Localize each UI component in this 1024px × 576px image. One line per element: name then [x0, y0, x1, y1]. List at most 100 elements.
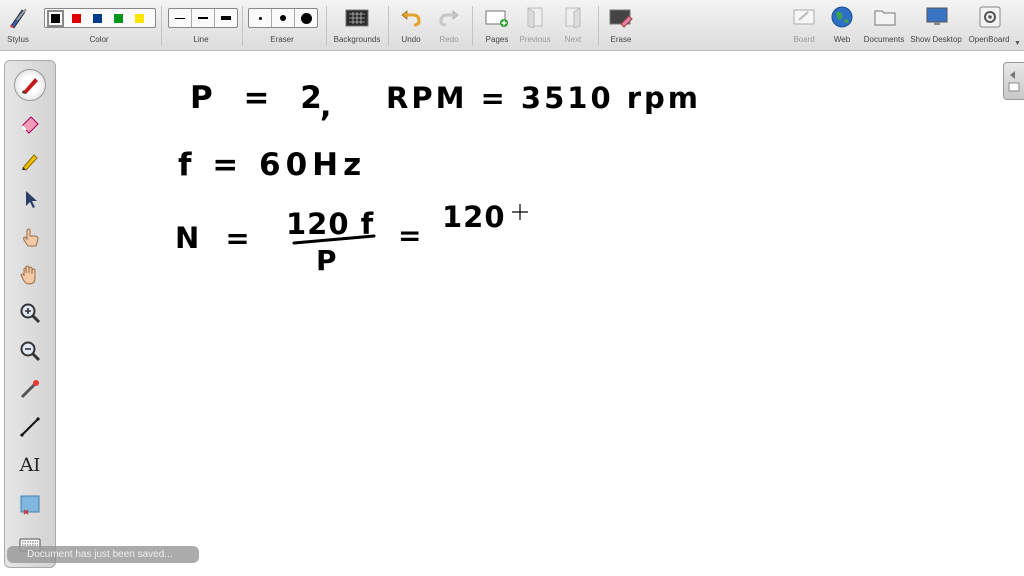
line-thick-icon: [221, 16, 231, 20]
crosshair-cursor: [512, 204, 528, 220]
separator: [598, 6, 599, 46]
capture-icon: [20, 495, 40, 515]
text-icon: AI: [19, 454, 41, 476]
line3-n-equals: N =: [175, 221, 258, 255]
zoom-in-tool[interactable]: [15, 298, 45, 328]
line-thin-icon: [175, 17, 185, 19]
play-tool[interactable]: [15, 222, 45, 252]
eraser-large-icon: [300, 12, 312, 24]
top-toolbar: Stylus Color Line Eraser Backgrounds Und…: [0, 0, 1024, 51]
pen-icon: [22, 78, 38, 94]
separator: [388, 6, 389, 46]
line-tool[interactable]: [15, 412, 45, 442]
folder-icon: [874, 10, 896, 26]
capture-tool[interactable]: [15, 490, 45, 520]
line1-p-equals: P = 2: [190, 80, 332, 116]
chevron-down-icon: ▼: [1014, 40, 1021, 47]
documents-button[interactable]: Documents: [862, 0, 908, 50]
board-label: Board: [793, 35, 815, 44]
pen-tool[interactable]: [14, 69, 46, 101]
color-swatch-black[interactable]: [47, 9, 64, 27]
documents-label: Documents: [863, 35, 905, 44]
redo-label: Redo: [439, 35, 459, 44]
erase-board-icon: [609, 9, 633, 28]
eraser-tool[interactable]: [15, 108, 45, 138]
result-partial: 120: [442, 200, 506, 234]
separator: [326, 6, 327, 46]
next-button[interactable]: Next: [556, 0, 590, 50]
highlighter-tool[interactable]: [15, 146, 45, 176]
redo-button[interactable]: Redo: [434, 0, 464, 50]
library-icon: [1008, 71, 1020, 92]
eraser-icon: [21, 116, 39, 134]
stylus-button[interactable]: Stylus: [0, 0, 36, 50]
zoom-out-tool[interactable]: [15, 336, 45, 366]
pages-label: Pages: [485, 35, 509, 44]
openboard-menu-button[interactable]: OpenBoard ▼: [966, 0, 1021, 50]
previous-label: Previous: [519, 35, 551, 44]
line1-comma: ,: [320, 89, 331, 124]
web-button[interactable]: Web: [826, 0, 858, 50]
line-medium-button[interactable]: [192, 9, 215, 27]
eraser-size-selector[interactable]: [248, 8, 318, 28]
color-label: Color: [89, 35, 109, 44]
line-label: Line: [193, 35, 209, 44]
stylus-icon: [10, 8, 27, 29]
redo-icon: [439, 10, 459, 27]
line-medium-icon: [198, 17, 208, 19]
show-desktop-button[interactable]: Show Desktop: [910, 0, 964, 50]
color-palette[interactable]: [44, 8, 156, 28]
color-swatch-yellow[interactable]: [135, 13, 144, 23]
line-thick-button[interactable]: [215, 9, 237, 27]
line1-rpm: RPM = 3510 rpm: [386, 81, 701, 115]
board-icon: [793, 9, 815, 25]
backgrounds-label: Backgrounds: [333, 35, 381, 44]
erase-label: Erase: [610, 35, 632, 44]
undo-label: Undo: [401, 35, 421, 44]
hand-pointer-icon: [23, 228, 39, 247]
previous-button[interactable]: Previous: [518, 0, 552, 50]
eraser-medium-button[interactable]: [272, 9, 295, 27]
line-thin-button[interactable]: [169, 9, 192, 27]
undo-button[interactable]: Undo: [396, 0, 426, 50]
next-label: Next: [564, 35, 582, 44]
web-globe-icon: [831, 6, 853, 28]
text-tool-glyph: A: [19, 454, 34, 476]
undo-icon: [401, 10, 421, 27]
text-tool[interactable]: AI: [15, 450, 45, 480]
next-page-icon: [565, 7, 581, 28]
openboard-label: OpenBoard: [968, 35, 1010, 44]
second-equals: =: [398, 219, 421, 252]
erase-button[interactable]: Erase: [604, 0, 638, 50]
backgrounds-icon: [345, 9, 369, 27]
color-swatch-blue[interactable]: [93, 13, 102, 23]
board-button[interactable]: Board: [788, 0, 820, 50]
laser-pointer-tool[interactable]: [15, 374, 45, 404]
pointer-tool[interactable]: [15, 184, 45, 214]
whiteboard-canvas[interactable]: P = 2 , RPM = 3510 rpm f = 60Hz N = 120 …: [60, 52, 1000, 572]
previous-page-icon: [527, 7, 543, 28]
gear-icon: [979, 6, 1001, 28]
hand-pan-icon: [20, 265, 36, 285]
pointer-icon: [26, 191, 37, 208]
eraser-small-button[interactable]: [249, 9, 272, 27]
web-label: Web: [833, 35, 851, 44]
line-width-selector[interactable]: [168, 8, 238, 28]
eraser-large-button[interactable]: [295, 9, 317, 27]
backgrounds-button[interactable]: Backgrounds: [330, 0, 384, 50]
separator: [161, 6, 162, 46]
line2-frequency: f = 60Hz: [178, 147, 366, 183]
library-panel-toggle[interactable]: [1003, 62, 1024, 100]
eraser-medium-icon: [280, 15, 286, 21]
color-swatch-red[interactable]: [72, 13, 81, 23]
fraction-denominator: P: [316, 244, 337, 277]
zoom-in-icon: [20, 303, 41, 324]
hand-tool[interactable]: [15, 260, 45, 290]
pages-button[interactable]: Pages: [480, 0, 514, 50]
color-swatch-green[interactable]: [114, 13, 123, 23]
handwriting-layer: P = 2 , RPM = 3510 rpm f = 60Hz N = 120 …: [175, 80, 701, 277]
line-icon: [20, 417, 40, 437]
laser-pointer-icon: [20, 380, 39, 399]
eraser-label: Eraser: [270, 35, 294, 44]
separator: [472, 6, 473, 46]
